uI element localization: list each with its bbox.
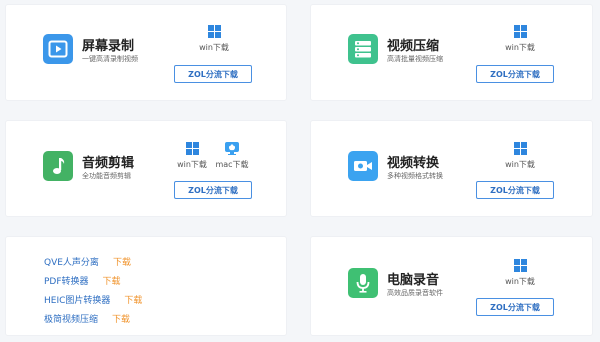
windows-download[interactable]: win下载 bbox=[497, 259, 543, 287]
download-link[interactable]: 下载 bbox=[103, 277, 121, 287]
windows-download[interactable]: win下载 bbox=[191, 25, 237, 53]
card-video-convert: 视频转换 多种视频格式转换 win下载 ZOL分流下载 bbox=[310, 120, 593, 217]
windows-icon bbox=[513, 25, 527, 38]
app-description: 高清批量视频压缩 bbox=[387, 55, 443, 63]
zol-download-button[interactable]: ZOL分流下载 bbox=[174, 181, 252, 199]
app-name: 视频压缩 bbox=[387, 39, 440, 54]
windows-icon bbox=[185, 142, 199, 155]
win-download-label: win下载 bbox=[505, 277, 535, 286]
app-description: 高效品质录音软件 bbox=[387, 289, 443, 297]
card-audio-edit: 音频剪辑 全功能音频剪辑 win下载 mac下载 ZOL分流下载 bbox=[5, 120, 287, 217]
compress-icon[interactable] bbox=[348, 34, 378, 64]
windows-icon bbox=[513, 142, 527, 155]
win-download-label: win下载 bbox=[505, 43, 535, 52]
download-link[interactable]: 下载 bbox=[113, 258, 131, 268]
windows-icon bbox=[207, 25, 221, 38]
app-description: 全功能音频剪辑 bbox=[82, 172, 131, 180]
win-download-label: win下载 bbox=[199, 43, 229, 52]
video-camera-icon[interactable] bbox=[348, 151, 378, 181]
app-name: 屏幕录制 bbox=[82, 39, 135, 54]
screen-record-icon[interactable] bbox=[43, 34, 73, 64]
mac-download[interactable]: mac下载 bbox=[209, 142, 255, 170]
app-name: 电脑录音 bbox=[387, 273, 440, 288]
card-video-compress: 视频压缩 高清批量视频压缩 win下载 ZOL分流下载 bbox=[310, 4, 593, 101]
card-link-list: QVE人声分离 下载 PDF转换器 下载 HEIC图片转换器 下载 极简视频压缩 下载 bbox=[5, 236, 287, 336]
app-name: 音频剪辑 bbox=[82, 156, 135, 171]
win-download-label: win下载 bbox=[505, 160, 535, 169]
zol-download-button[interactable]: ZOL分流下载 bbox=[174, 65, 252, 83]
windows-download[interactable]: win下载 bbox=[497, 142, 543, 170]
list-item: PDF转换器 下载 bbox=[44, 274, 121, 287]
windows-download[interactable]: win下载 bbox=[497, 25, 543, 53]
download-link[interactable]: 下载 bbox=[124, 296, 142, 306]
app-link[interactable]: 极简视频压缩 bbox=[44, 315, 98, 325]
zol-download-button[interactable]: ZOL分流下载 bbox=[476, 181, 554, 199]
card-pc-recording: 电脑录音 高效品质录音软件 win下载 ZOL分流下载 bbox=[310, 236, 593, 336]
app-link[interactable]: PDF转换器 bbox=[44, 277, 89, 287]
windows-icon bbox=[513, 259, 527, 272]
zol-download-button[interactable]: ZOL分流下载 bbox=[476, 65, 554, 83]
app-description: 一键高清录制视频 bbox=[82, 55, 138, 63]
app-link[interactable]: HEIC图片转换器 bbox=[44, 296, 110, 306]
mac-download-label: mac下载 bbox=[215, 160, 249, 169]
app-link[interactable]: QVE人声分离 bbox=[44, 258, 99, 268]
app-description: 多种视频格式转换 bbox=[387, 172, 443, 180]
zol-download-button[interactable]: ZOL分流下载 bbox=[476, 298, 554, 316]
mac-icon bbox=[225, 142, 239, 155]
app-name: 视频转换 bbox=[387, 156, 440, 171]
list-item: 极简视频压缩 下载 bbox=[44, 312, 130, 325]
list-item: QVE人声分离 下载 bbox=[44, 255, 131, 268]
music-note-icon[interactable] bbox=[43, 151, 73, 181]
card-screen-record: 屏幕录制 一键高清录制视频 win下载 ZOL分流下载 bbox=[5, 4, 287, 101]
download-link[interactable]: 下载 bbox=[112, 315, 130, 325]
microphone-icon[interactable] bbox=[348, 268, 378, 298]
list-item: HEIC图片转换器 下载 bbox=[44, 293, 142, 306]
